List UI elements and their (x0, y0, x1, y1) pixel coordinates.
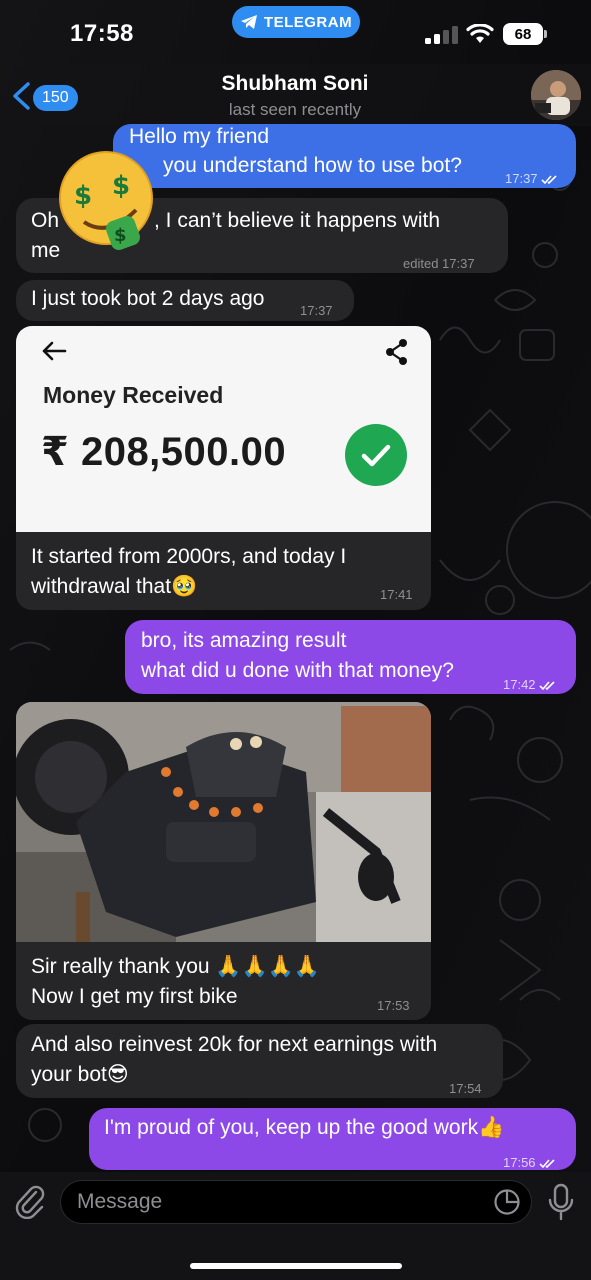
message-incoming-image[interactable]: Money Received ₹ 208,500.00 It started f… (16, 326, 431, 610)
status-time: 17:58 (70, 20, 134, 47)
message-outgoing[interactable]: bro, its amazing result what did u done … (125, 620, 576, 694)
message-text: Oh (31, 209, 60, 232)
message-incoming[interactable]: I just took bot 2 days ago 17:37 (16, 280, 354, 321)
payment-title: Money Received (43, 382, 224, 408)
message-text: And also reinvest 20k for next earnings … (31, 1033, 438, 1056)
battery-level: 68 (503, 23, 543, 45)
message-incoming[interactable]: And also reinvest 20k for next earnings … (16, 1024, 503, 1098)
message-incoming-image[interactable]: Sir really thank you 🙏🙏🙏🙏 Now I get my f… (16, 702, 431, 1020)
message-input[interactable] (77, 1181, 477, 1223)
message-time: 17:37 (505, 171, 538, 186)
telegram-plane-icon (240, 15, 257, 29)
unread-badge[interactable]: 150 (33, 85, 78, 111)
message-field[interactable] (60, 1180, 532, 1224)
message-text: Now I get my first bike (31, 985, 238, 1008)
telegram-pill-label: TELEGRAM (263, 13, 353, 31)
svg-text:$: $ (112, 171, 130, 201)
message-meta: 17:37 (505, 164, 559, 194)
message-text: withdrawal that🥹 (31, 575, 198, 598)
money-mouth-face-emoji: $ $ $ (59, 151, 153, 250)
telegram-pill[interactable]: TELEGRAM (232, 6, 360, 38)
message-text: It started from 2000rs, and today I (31, 545, 347, 568)
message-outgoing[interactable]: I'm proud of you, keep up the good work👍… (89, 1108, 576, 1170)
message-time: 17:53 (377, 998, 410, 1013)
svg-text:$: $ (74, 181, 92, 211)
message-text: , I can’t believe it happens with (154, 209, 441, 232)
double-check-icon (538, 1158, 555, 1168)
payment-screenshot: Money Received ₹ 208,500.00 (16, 326, 431, 532)
chat-title[interactable]: Shubham Soni (160, 72, 430, 96)
message-text: I just took bot 2 days ago (31, 287, 265, 310)
message-time: edited 17:37 (403, 256, 475, 271)
message-text: I'm proud of you, keep up the good work👍 (104, 1116, 505, 1139)
composer-bar (0, 1172, 591, 1280)
double-check-icon (540, 174, 557, 184)
sticker-icon[interactable] (493, 1188, 521, 1216)
message-time: 17:42 (503, 677, 536, 692)
battery-indicator: 68 (503, 23, 547, 45)
message-text: your bot😎 (31, 1063, 129, 1086)
svg-text:$: $ (114, 225, 127, 246)
message-time: 17:54 (449, 1081, 482, 1096)
home-indicator (190, 1263, 402, 1269)
message-time: 17:37 (300, 303, 333, 318)
microphone-icon[interactable] (548, 1183, 574, 1221)
message-text: you understand how to use bot? (163, 154, 462, 177)
message-text: Sir really thank you 🙏🙏🙏🙏 (31, 955, 321, 978)
success-badge (345, 424, 407, 486)
double-check-icon (538, 680, 555, 690)
payment-amount: ₹ 208,500.00 (41, 430, 287, 474)
arrow-left-icon (42, 341, 67, 361)
avatar[interactable] (531, 70, 581, 120)
chat-header: 150 Shubham Soni last seen recently (0, 64, 591, 126)
checkmark-icon (361, 444, 391, 467)
motorcycle-photo (16, 702, 431, 942)
message-text: what did u done with that money? (141, 659, 454, 682)
message-outgoing[interactable]: Hello my friend you understand how to us… (113, 124, 576, 188)
paperclip-icon[interactable] (14, 1183, 46, 1219)
message-meta: 17:42 (503, 670, 557, 700)
message-text: bro, its amazing result (141, 629, 347, 652)
battery-nub (544, 30, 547, 38)
wifi-icon (466, 24, 494, 43)
chat-subtitle: last seen recently (228, 100, 362, 119)
cellular-signal-icon (425, 26, 458, 44)
message-time: 17:41 (380, 587, 413, 602)
avatar-photo (531, 70, 581, 120)
status-bar: 17:58 TELEGRAM 68 (0, 0, 591, 64)
back-chevron-icon[interactable] (10, 81, 32, 111)
share-icon (386, 339, 407, 365)
